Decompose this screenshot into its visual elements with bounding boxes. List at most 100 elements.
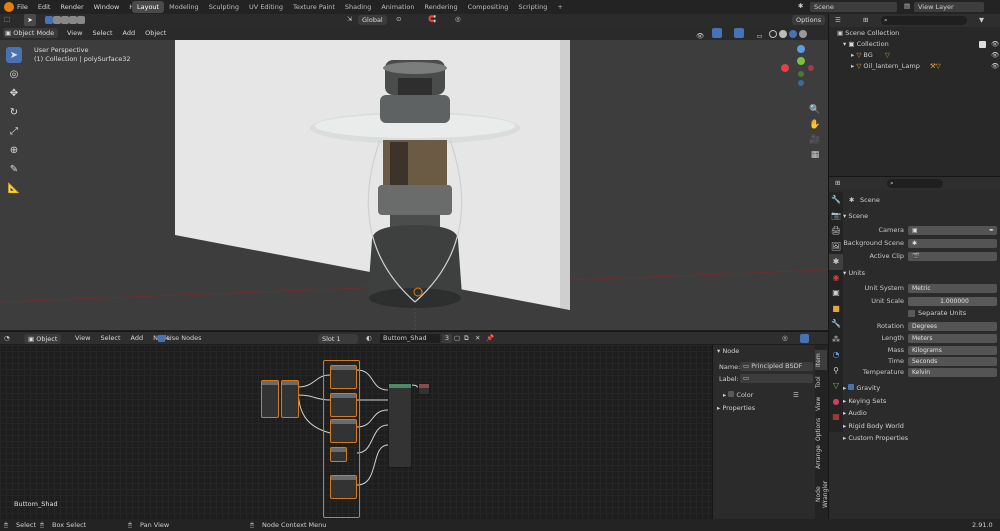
viewport-menu-add[interactable]: Add [118,27,141,39]
node-menu-add[interactable]: Add [126,333,149,344]
node-menu-select[interactable]: Select [95,333,125,344]
units-panel-header[interactable]: ▾ Units [843,267,1000,279]
mapping-node[interactable] [281,380,299,418]
unit-system-dropdown[interactable]: Metric [908,284,997,293]
xray-icon[interactable]: ▭ [757,32,763,40]
menu-edit[interactable]: Edit [33,0,56,14]
sidebar-tab-arrange[interactable]: Arrange [815,444,827,470]
proportional-edit-icon[interactable]: ◎ [455,15,461,23]
pan-hand-icon[interactable]: ✋ [808,118,822,133]
keying-sets-panel-header[interactable]: ▸ Keying Sets [843,395,1000,407]
time-dropdown[interactable]: Seconds [908,357,997,366]
shading-material-icon[interactable] [788,30,797,38]
gizmo-icon[interactable] [712,28,723,38]
gravity-panel-header[interactable]: ▸ Gravity [843,382,1000,394]
principled-bsdf-node[interactable] [388,383,412,468]
object-mode-dropdown[interactable]: ▣ Object Mode [3,28,59,38]
select-tool-button[interactable]: ➤ [24,14,36,26]
custom-properties-panel-header[interactable]: ▸ Custom Properties [843,432,1000,444]
color-panel-header[interactable]: ▸ Color [723,391,753,399]
scene-panel-header[interactable]: ▾ Scene [843,210,1000,222]
viewport-shading-buttons[interactable]: 👁 ▭ [696,28,807,40]
outliner-row-collection[interactable]: ▾ ▣ Collection 👁 [843,39,1000,50]
camera-view-icon[interactable]: 🎥 [808,133,822,148]
texture-tab-icon[interactable]: ▦ [829,409,843,425]
gravity-checkbox[interactable] [848,384,855,390]
view-layer-selector[interactable]: View Layer [914,2,984,12]
temperature-dropdown[interactable]: Kelvin [908,368,997,377]
color-checkbox[interactable] [728,391,735,397]
render-tab-icon[interactable]: 📷 [829,208,843,224]
outliner-row-scene-collection[interactable]: ▣ Scene Collection [837,28,997,39]
gizmo-x-axis[interactable] [781,64,789,72]
overlay-node-icon[interactable] [800,334,809,343]
slot-dropdown[interactable]: Slot 1 [318,334,358,344]
menu-render[interactable]: Render [55,0,88,14]
navigation-gizmo[interactable] [778,45,822,89]
viewport-menu-select[interactable]: Select [87,27,117,39]
overlay-icon[interactable] [734,28,745,38]
audio-panel-header[interactable]: ▸ Audio [843,407,1000,419]
data-tab-icon[interactable]: ▽ [829,378,843,394]
image-texture-node-4[interactable] [330,475,357,499]
outliner-row-oil-lantern[interactable]: ▸ ▽ Oil_lantern_Lamp ⚒▽ 👁 [851,61,1000,72]
tab-shading[interactable]: Shading [340,1,376,13]
selection-mode-buttons[interactable] [45,16,85,24]
mass-dropdown[interactable]: Kilograms [908,346,997,355]
rotate-tool-icon[interactable]: ↻ [6,104,22,120]
material-name-field[interactable]: Buttom_Shad [380,334,440,343]
properties-panel-header[interactable]: ▸ Properties [717,404,755,412]
scene-selector[interactable]: Scene [810,2,897,12]
shading-wireframe-icon[interactable] [768,30,777,38]
exclude-checkbox[interactable] [979,41,986,48]
rigid-body-world-panel-header[interactable]: ▸ Rigid Body World [843,420,1000,432]
editor-type-icon[interactable]: ⬚ [4,15,10,23]
use-nodes-checkbox[interactable] [158,335,165,342]
duplicate-material-icon[interactable]: ⧉ [464,334,469,343]
image-texture-node-2[interactable] [330,393,357,417]
material-users-count[interactable]: 3 [442,334,452,343]
shading-solid-icon[interactable] [778,30,787,38]
tab-texture-paint[interactable]: Texture Paint [288,1,340,13]
separate-units-checkbox[interactable] [908,310,915,317]
node-menu-view[interactable]: View [70,333,95,344]
eyedropper-icon[interactable]: ✒ [989,226,994,235]
pivot-icon[interactable]: ⊙ [396,15,401,23]
active-clip-field[interactable]: 🎬 [908,252,997,261]
unit-scale-field[interactable]: 1.000000 [908,297,997,306]
cursor-tool-icon[interactable]: ◎ [6,66,22,82]
outliner-editor-type-icon[interactable]: ☰ [835,16,841,24]
add-workspace-button[interactable]: + [552,1,567,13]
viewport-menu-view[interactable]: View [62,27,87,39]
tab-modeling[interactable]: Modeling [164,1,204,13]
tab-uv-editing[interactable]: UV Editing [244,1,288,13]
fake-user-icon[interactable]: ▢ [454,334,460,342]
zoom-icon[interactable]: 🔍 [808,103,822,118]
sidebar-tab-view[interactable]: View [815,394,827,414]
tool-tab-icon[interactable]: 🔧 [829,192,843,208]
pin-icon[interactable]: 📌 [486,334,494,342]
transform-tool-icon[interactable]: ⊕ [6,142,22,158]
node-name-field[interactable]: ▭ Principled BSDF [740,362,813,371]
rotation-dropdown[interactable]: Degrees [908,322,997,331]
visibility-icon[interactable]: 👁 [696,32,704,40]
hide-eye-icon[interactable]: 👁 [991,50,999,61]
annotate-tool-icon[interactable]: ✎ [6,161,22,177]
outliner-display-mode-icon[interactable]: ⊞ [863,16,868,24]
node-panel-header[interactable]: ▾ Node [717,347,739,355]
options-dropdown[interactable]: Options [792,15,826,25]
orientation-dropdown[interactable]: Global [358,15,387,25]
filter-icon[interactable]: ▼ [979,16,984,24]
image-texture-node-1[interactable] [330,365,357,389]
node-canvas[interactable]: Buttom_Shad [0,345,712,519]
image-texture-node-left[interactable] [261,380,279,418]
menu-file[interactable]: File [12,0,33,14]
scale-tool-icon[interactable]: ⤢ [6,123,22,139]
shader-type-dropdown[interactable]: ▣ Object [24,334,62,344]
tab-sculpting[interactable]: Sculpting [204,1,244,13]
hide-eye-icon[interactable]: 👁 [991,61,999,72]
properties-search-field[interactable]: ⌕ [887,179,943,188]
node-editor-type-icon[interactable]: ◔ [4,334,10,342]
outliner-search-field[interactable]: ⌕ [881,16,967,25]
camera-field[interactable]: ▣ ✒ [908,226,997,235]
